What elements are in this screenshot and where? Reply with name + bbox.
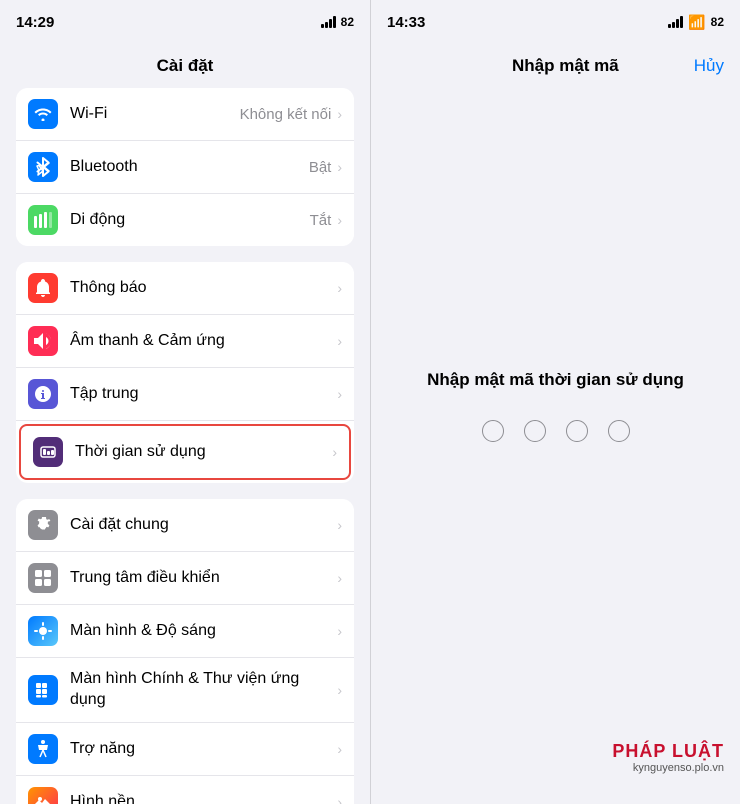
settings-list: Wi-Fi Không kết nối › Bluetooth Bật › xyxy=(0,88,370,804)
left-status-icons: 82 xyxy=(321,15,354,29)
signal-icon xyxy=(321,16,336,28)
sound-icon xyxy=(28,326,58,356)
accessibility-label: Trợ năng xyxy=(70,740,337,758)
wifi-icon xyxy=(28,99,58,129)
notification-label: Thông báo xyxy=(70,279,337,297)
general-chevron: › xyxy=(337,517,342,533)
general-icon xyxy=(28,510,58,540)
screen-time-icon xyxy=(33,437,63,467)
display-icon xyxy=(28,616,58,646)
right-time: 14:33 xyxy=(387,14,425,31)
accessibility-icon xyxy=(28,734,58,764)
mobile-label: Di động xyxy=(70,211,310,229)
screen-time-chevron: › xyxy=(332,444,337,460)
wallpaper-icon xyxy=(28,787,58,804)
right-signal-icon xyxy=(668,16,683,28)
control-center-chevron: › xyxy=(337,570,342,586)
right-panel: 14:33 📶 82 Nhập mật mã Hủy Nhập mật mã t… xyxy=(370,0,740,804)
notification-item[interactable]: Thông báo › xyxy=(16,262,354,315)
pin-dot-3 xyxy=(566,420,588,442)
right-status-bar: 14:33 📶 82 xyxy=(371,0,740,44)
sound-item[interactable]: Âm thanh & Cảm ứng › xyxy=(16,315,354,368)
left-time: 14:29 xyxy=(16,14,54,31)
right-nav-title: Nhập mật mã xyxy=(437,56,694,76)
notification-chevron: › xyxy=(337,280,342,296)
left-nav-bar: Cài đặt xyxy=(0,44,370,88)
pin-dots xyxy=(482,420,630,442)
focus-icon xyxy=(28,379,58,409)
mobile-value: Tắt xyxy=(310,212,332,229)
screen-time-item[interactable]: Thời gian sử dụng › xyxy=(19,424,351,480)
left-status-bar: 14:29 82 xyxy=(0,0,370,44)
right-battery-icon: 82 xyxy=(711,15,724,29)
wifi-label: Wi-Fi xyxy=(70,105,240,123)
home-screen-item[interactable]: Màn hình Chính & Thư viện ứng dụng › xyxy=(16,658,354,723)
accessibility-item[interactable]: Trợ năng › xyxy=(16,723,354,776)
watermark-url: kynguyenso.plo.vn xyxy=(612,762,724,774)
wifi-item[interactable]: Wi-Fi Không kết nối › xyxy=(16,88,354,141)
pin-dot-1 xyxy=(482,420,504,442)
pin-title: Nhập mật mã thời gian sử dụng xyxy=(427,370,684,390)
wifi-chevron: › xyxy=(337,106,342,122)
pin-content: Nhập mật mã thời gian sử dụng xyxy=(371,88,740,804)
home-screen-chevron: › xyxy=(337,682,342,698)
wallpaper-chevron: › xyxy=(337,794,342,804)
bluetooth-chevron: › xyxy=(337,159,342,175)
accessibility-chevron: › xyxy=(337,741,342,757)
mobile-icon xyxy=(28,205,58,235)
watermark: PHÁP LUẬT kynguyenso.plo.vn xyxy=(612,741,724,774)
general-label: Cài đặt chung xyxy=(70,516,337,534)
screen-time-label: Thời gian sử dụng xyxy=(75,443,332,461)
focus-item[interactable]: Tập trung › xyxy=(16,368,354,421)
left-nav-title: Cài đặt xyxy=(157,56,214,76)
control-center-icon xyxy=(28,563,58,593)
display-label: Màn hình & Độ sáng xyxy=(70,622,337,640)
battery-icon: 82 xyxy=(341,15,354,29)
mobile-item[interactable]: Di động Tắt › xyxy=(16,194,354,246)
sound-chevron: › xyxy=(337,333,342,349)
system-group: Thông báo › Âm thanh & Cảm ứng › T xyxy=(16,262,354,483)
notification-icon xyxy=(28,273,58,303)
home-screen-icon xyxy=(28,675,58,705)
pin-dot-4 xyxy=(608,420,630,442)
left-panel: 14:29 82 Cài đặt xyxy=(0,0,370,804)
display-item[interactable]: Màn hình & Độ sáng › xyxy=(16,605,354,658)
cancel-button[interactable]: Hủy xyxy=(694,56,724,76)
control-center-label: Trung tâm điều khiển xyxy=(70,569,337,587)
sound-label: Âm thanh & Cảm ứng xyxy=(70,332,337,350)
right-status-icons: 📶 82 xyxy=(668,14,724,31)
wallpaper-item[interactable]: Hình nền › xyxy=(16,776,354,804)
home-screen-label: Màn hình Chính & Thư viện ứng dụng xyxy=(70,669,337,711)
watermark-logo: PHÁP LUẬT xyxy=(612,741,724,762)
general-item[interactable]: Cài đặt chung › xyxy=(16,499,354,552)
wallpaper-label: Hình nền xyxy=(70,793,337,804)
focus-chevron: › xyxy=(337,386,342,402)
bluetooth-item[interactable]: Bluetooth Bật › xyxy=(16,141,354,194)
focus-label: Tập trung xyxy=(70,385,337,403)
bluetooth-value: Bật xyxy=(309,159,332,176)
wifi-value: Không kết nối xyxy=(240,106,332,123)
mobile-chevron: › xyxy=(337,212,342,228)
control-center-item[interactable]: Trung tâm điều khiển › xyxy=(16,552,354,605)
connectivity-group: Wi-Fi Không kết nối › Bluetooth Bật › xyxy=(16,88,354,246)
bluetooth-label: Bluetooth xyxy=(70,158,309,176)
right-nav-bar: Nhập mật mã Hủy xyxy=(371,44,740,88)
device-group: Cài đặt chung › Trung tâm điều khiển › xyxy=(16,499,354,804)
display-chevron: › xyxy=(337,623,342,639)
bluetooth-icon xyxy=(28,152,58,182)
right-wifi-icon: 📶 xyxy=(688,14,705,31)
pin-dot-2 xyxy=(524,420,546,442)
